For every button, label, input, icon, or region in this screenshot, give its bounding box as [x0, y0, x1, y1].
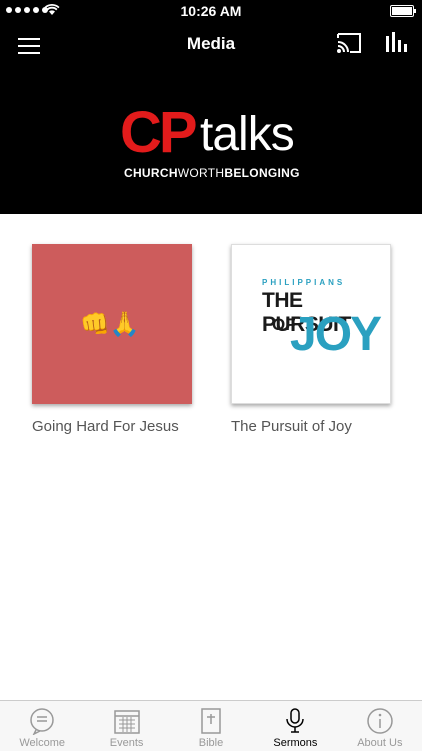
info-icon	[367, 708, 393, 734]
media-title[interactable]: Going Hard For Jesus	[32, 418, 179, 435]
status-time: 10:26 AM	[180, 3, 242, 19]
tab-about-us[interactable]: About Us	[338, 701, 422, 751]
battery-icon	[390, 5, 416, 17]
media-title[interactable]: The Pursuit of Joy	[231, 418, 352, 435]
logo-cp: CP	[120, 100, 198, 165]
cast-icon[interactable]	[336, 32, 362, 54]
tag-part3: BELONGING	[224, 166, 300, 180]
cptalks-logo: CP talks CHURCHWORTHBELONGING	[120, 104, 320, 184]
calendar-icon	[113, 710, 140, 734]
cover-line3: JOY	[290, 308, 382, 361]
tab-label: Bible	[198, 737, 224, 749]
status-bar: 10:26 AM	[0, 0, 422, 22]
bible-icon	[201, 708, 221, 734]
media-item-going-hard[interactable]: 👊🙏 Going Hard For Jesus	[32, 244, 192, 435]
nav-bar: Media	[0, 22, 422, 66]
tab-bible[interactable]: Bible	[169, 701, 253, 751]
chat-bubble-icon	[30, 708, 54, 735]
tab-sermons[interactable]: Sermons	[253, 701, 337, 751]
stats-icon[interactable]	[384, 30, 408, 54]
media-item-pursuit-of-joy[interactable]: PHILIPPIANS THE PURSUIT OF JOY The Pursu…	[231, 244, 391, 435]
tag-part2: WORTH	[177, 166, 225, 180]
tag-part1: CHURCH	[124, 166, 178, 180]
tab-bar: Welcome Events Bible Sermons About Us	[0, 700, 422, 751]
tab-label: About Us	[357, 737, 403, 749]
microphone-icon	[286, 708, 305, 733]
tab-label: Welcome	[19, 737, 66, 749]
logo-talks: talks	[200, 108, 295, 161]
fist-pray-emoji: 👊🙏	[80, 311, 140, 338]
tab-label: Sermons	[273, 737, 318, 749]
banner: CP talks CHURCHWORTHBELONGING	[0, 66, 422, 214]
tab-welcome[interactable]: Welcome	[0, 701, 84, 751]
tab-events[interactable]: Events	[84, 701, 168, 751]
cover-philippians: PHILIPPIANS	[262, 278, 346, 287]
logo-tagline: CHURCHWORTHBELONGING	[124, 166, 300, 180]
tab-label: Events	[109, 737, 144, 749]
media-thumbnail[interactable]: PHILIPPIANS THE PURSUIT OF JOY	[231, 244, 391, 404]
media-thumbnail[interactable]: 👊🙏	[32, 244, 192, 404]
